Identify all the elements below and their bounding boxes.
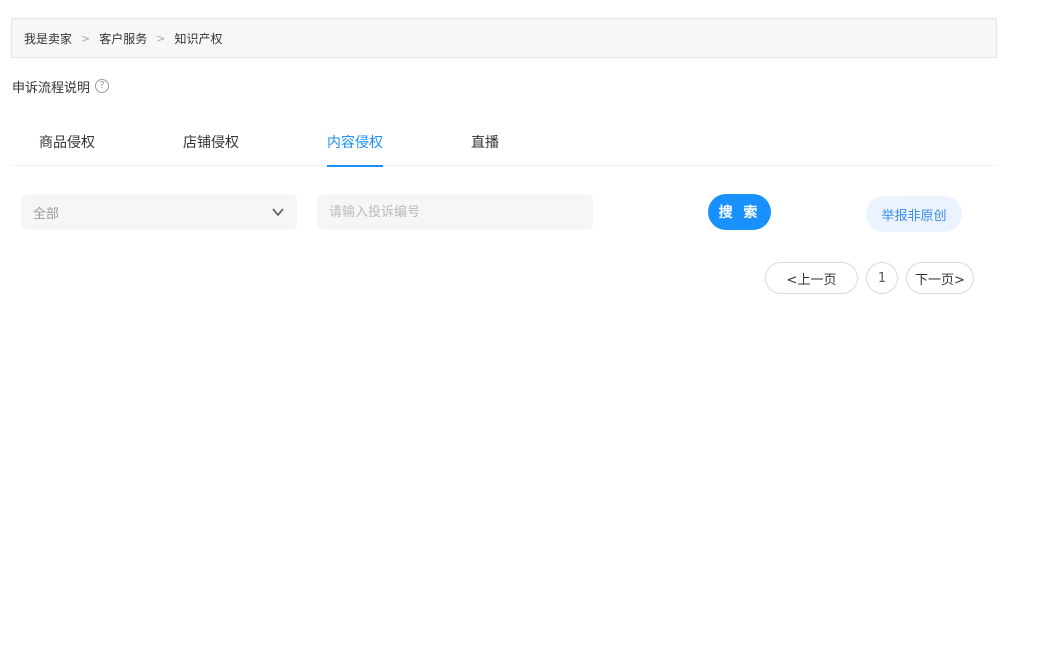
chevron-down-icon bbox=[272, 208, 284, 217]
tab-product-infringement[interactable]: 商品侵权 bbox=[39, 124, 95, 166]
tab-bar: 商品侵权 店铺侵权 内容侵权 直播 bbox=[11, 124, 997, 167]
status-select[interactable]: 全部 bbox=[21, 194, 297, 230]
breadcrumb-item-ip: 知识产权 bbox=[174, 31, 223, 46]
appeal-process-info[interactable]: 申诉流程说明 ? bbox=[12, 76, 110, 96]
tab-live-stream[interactable]: 直播 bbox=[471, 124, 499, 166]
breadcrumb-item-customer-service[interactable]: 客户服务 bbox=[99, 30, 147, 47]
breadcrumb-item-seller[interactable]: 我是卖家 bbox=[24, 30, 72, 47]
appeal-process-label: 申诉流程说明 bbox=[12, 80, 91, 96]
breadcrumb: 我是卖家 > 客户服务 > 知识产权 bbox=[11, 18, 997, 58]
help-icon[interactable]: ? bbox=[95, 79, 110, 93]
next-page-button[interactable]: 下一页> bbox=[906, 262, 974, 294]
complaint-number-input[interactable] bbox=[317, 194, 593, 230]
prev-page-button[interactable]: <上一页 bbox=[765, 262, 858, 294]
breadcrumb-separator: > bbox=[81, 31, 91, 45]
report-non-original-button[interactable]: 举报非原创 bbox=[866, 196, 962, 232]
page-number-button[interactable]: 1 bbox=[866, 262, 898, 294]
search-button[interactable]: 搜 索 bbox=[708, 194, 771, 230]
breadcrumb-separator: > bbox=[156, 31, 166, 45]
tab-store-infringement[interactable]: 店铺侵权 bbox=[183, 124, 239, 166]
status-select-value: 全部 bbox=[33, 206, 60, 222]
tab-content-infringement[interactable]: 内容侵权 bbox=[327, 124, 383, 167]
